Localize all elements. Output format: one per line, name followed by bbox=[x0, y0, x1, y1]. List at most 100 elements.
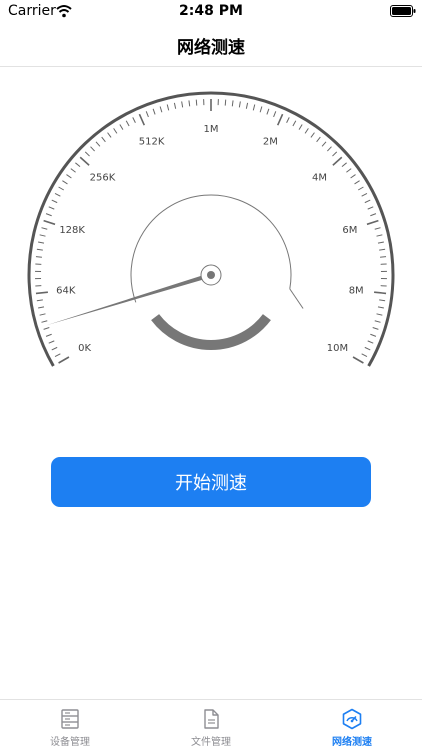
gauge-minor-tick bbox=[287, 117, 290, 122]
gauge-minor-tick bbox=[167, 105, 168, 111]
gauge-minor-tick bbox=[189, 100, 190, 106]
gauge-inner-arc-tail bbox=[290, 289, 303, 309]
battery-icon bbox=[390, 5, 416, 17]
gauge-minor-tick bbox=[378, 242, 384, 243]
gauge-minor-tick bbox=[377, 235, 383, 236]
gauge-minor-tick bbox=[160, 107, 162, 113]
gauge-minor-tick bbox=[299, 124, 302, 129]
gauge-minor-tick bbox=[346, 169, 351, 173]
gauge-label: 6M bbox=[342, 225, 357, 236]
gauge-major-tick bbox=[44, 221, 55, 225]
gauge-label: 10M bbox=[327, 343, 348, 354]
gauge-needle bbox=[47, 273, 212, 325]
gauge-minor-tick bbox=[59, 187, 64, 190]
gauge-major-tick bbox=[59, 357, 69, 363]
gauge-label: 256K bbox=[90, 172, 116, 183]
gauge-minor-tick bbox=[174, 103, 175, 109]
gauge-minor-tick bbox=[370, 334, 376, 336]
gauge-major-tick bbox=[80, 157, 89, 165]
gauge-minor-tick bbox=[362, 193, 367, 196]
gauge-minor-tick bbox=[49, 207, 55, 209]
gauge-minor-tick bbox=[379, 300, 385, 301]
gauge-label: 128K bbox=[59, 225, 85, 236]
gauge-minor-tick bbox=[146, 111, 148, 117]
gauge-major-tick bbox=[353, 357, 363, 363]
gauge-minor-tick bbox=[260, 107, 262, 113]
gauge-minor-tick bbox=[342, 163, 347, 167]
gauge-minor-tick bbox=[196, 100, 197, 106]
gauge-minor-tick bbox=[355, 181, 360, 184]
gauge-minor-tick bbox=[239, 101, 240, 107]
gauge-minor-tick bbox=[40, 235, 46, 236]
gauge-minor-tick bbox=[52, 347, 57, 350]
server-icon bbox=[59, 708, 81, 730]
gauge-minor-tick bbox=[375, 228, 381, 230]
gauge-minor-tick bbox=[126, 121, 129, 126]
gauge-minor-tick bbox=[293, 121, 296, 126]
speed-gauge: 0K64K128K256K512K1M2M4M6M8M10M bbox=[0, 80, 422, 380]
gauge-minor-tick bbox=[365, 200, 370, 203]
gauge-minor-tick bbox=[362, 354, 367, 357]
gauge-major-tick bbox=[278, 114, 283, 125]
gauge-minor-tick bbox=[332, 152, 336, 156]
gauge-minor-tick bbox=[41, 228, 47, 230]
gauge-minor-tick bbox=[358, 187, 363, 190]
gauge-minor-tick bbox=[322, 142, 326, 147]
gauge-minor-tick bbox=[114, 128, 117, 133]
tab-bar: 设备管理 文件管理 网络测速 bbox=[0, 699, 422, 751]
gauge-minor-tick bbox=[49, 341, 55, 343]
gauge-label: 64K bbox=[56, 285, 76, 296]
gauge-minor-tick bbox=[55, 193, 60, 196]
gauge-minor-tick bbox=[102, 137, 106, 142]
gauge-major-tick bbox=[36, 292, 48, 293]
gauge-minor-tick bbox=[55, 354, 60, 357]
gauge-minor-tick bbox=[370, 214, 376, 216]
gauge-minor-tick bbox=[62, 181, 67, 184]
gauge-label: 8M bbox=[349, 285, 364, 296]
gauge-minor-tick bbox=[120, 124, 123, 129]
gauge-minor-tick bbox=[380, 257, 386, 258]
speed-test-icon bbox=[341, 708, 363, 730]
gauge-minor-tick bbox=[311, 133, 315, 138]
navigation-bar: 网络测速 bbox=[0, 24, 422, 67]
start-speed-test-button[interactable]: 开始测速 bbox=[51, 457, 371, 507]
tab-network-speed-test[interactable]: 网络测速 bbox=[282, 700, 422, 751]
tab-file-management[interactable]: 文件管理 bbox=[141, 700, 281, 751]
gauge-minor-tick bbox=[305, 128, 308, 133]
gauge-minor-tick bbox=[246, 103, 247, 109]
gauge-major-tick bbox=[139, 114, 144, 125]
gauge-label: 512K bbox=[139, 137, 165, 148]
gauge-minor-tick bbox=[375, 321, 381, 323]
gauge-major-tick bbox=[374, 292, 386, 293]
gauge-minor-tick bbox=[378, 307, 384, 308]
gauge-minor-tick bbox=[133, 117, 136, 122]
gauge-minor-tick bbox=[85, 152, 89, 156]
tab-label: 文件管理 bbox=[141, 733, 281, 748]
gauge-minor-tick bbox=[368, 341, 374, 343]
gauge-minor-tick bbox=[71, 169, 76, 173]
gauge-minor-tick bbox=[44, 328, 50, 330]
gauge-minor-tick bbox=[37, 249, 43, 250]
gauge-minor-tick bbox=[327, 147, 331, 151]
gauge-minor-tick bbox=[46, 214, 52, 216]
gauge-minor-tick bbox=[379, 249, 385, 250]
gauge-minor-tick bbox=[96, 142, 100, 147]
gauge-minor-tick bbox=[38, 307, 44, 308]
gauge-minor-tick bbox=[377, 314, 383, 315]
gauge-minor-tick bbox=[153, 109, 155, 115]
gauge-hub bbox=[207, 271, 215, 279]
gauge-minor-tick bbox=[351, 175, 356, 178]
tab-device-management[interactable]: 设备管理 bbox=[0, 700, 140, 751]
gauge-minor-tick bbox=[232, 100, 233, 106]
gauge-minor-tick bbox=[75, 163, 80, 167]
gauge-minor-tick bbox=[225, 100, 226, 106]
gauge-label: 1M bbox=[204, 124, 219, 135]
gauge-minor-tick bbox=[38, 242, 44, 243]
gauge-minor-tick bbox=[373, 328, 379, 330]
gauge-minor-tick bbox=[66, 175, 71, 178]
gauge-minor-tick bbox=[37, 300, 43, 301]
gauge-minor-tick bbox=[274, 111, 276, 117]
gauge-inner-arc bbox=[131, 195, 291, 302]
tab-label: 网络测速 bbox=[282, 733, 422, 748]
gauge-minor-tick bbox=[36, 257, 42, 258]
